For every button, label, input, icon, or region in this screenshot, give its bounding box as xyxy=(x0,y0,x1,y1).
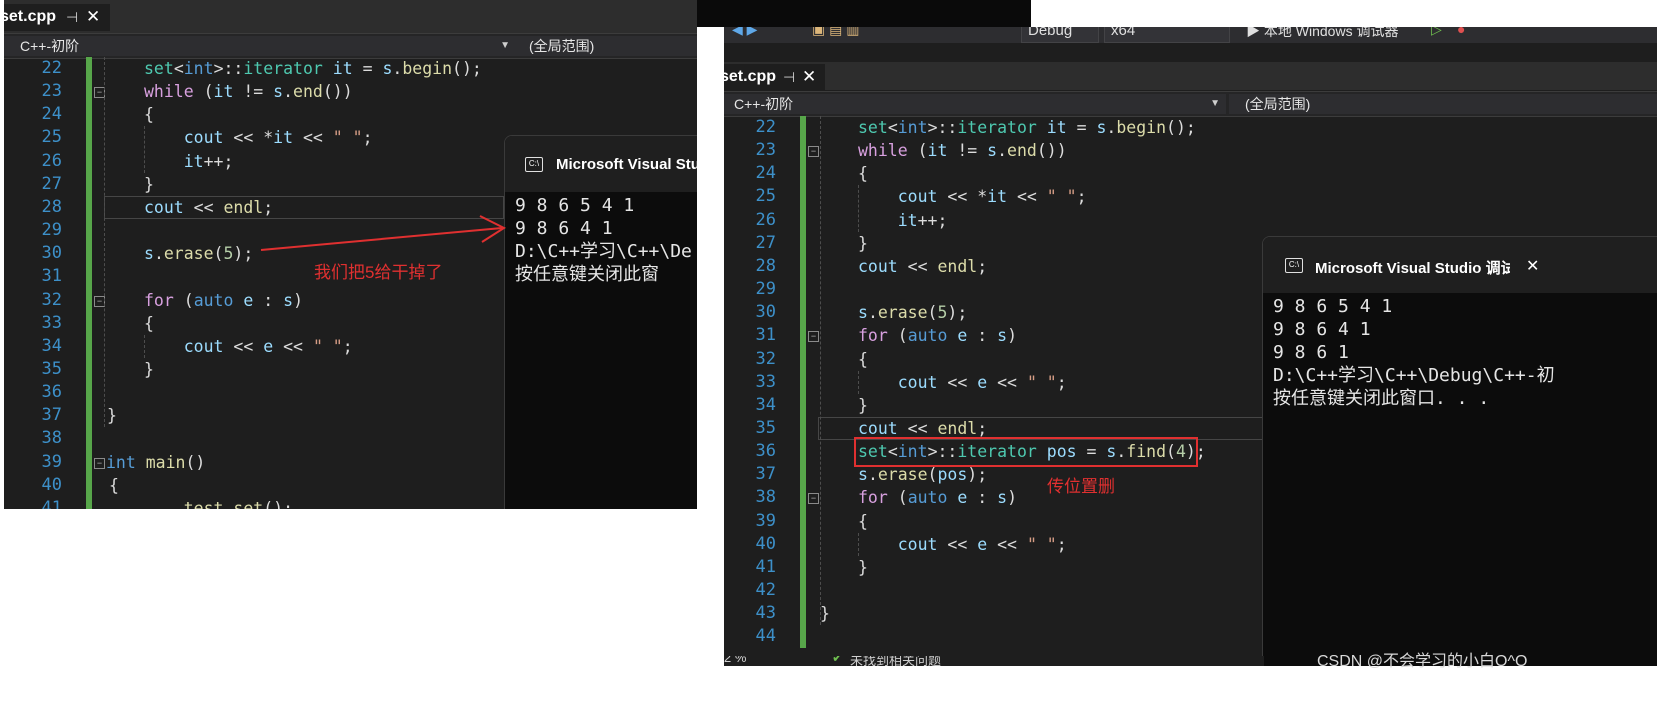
line-number: 39 xyxy=(755,510,776,531)
code-line[interactable]: cout << *it << " "; xyxy=(858,185,1087,208)
right-scope-dropdown[interactable]: C++-初阶 ▼ xyxy=(724,94,1226,114)
console-line: 按任意键关闭此窗口. . . xyxy=(1273,388,1490,409)
right-annotation-text: 传位置删 xyxy=(1047,477,1115,496)
chevron-down-icon: ▼ xyxy=(1210,98,1220,109)
toolbar-nav-icon[interactable]: ◀ ▶ xyxy=(732,27,757,38)
code-line[interactable]: s.erase(5); xyxy=(858,301,967,324)
code-line[interactable]: for (auto e : s) xyxy=(858,324,1017,347)
check-icon: ✔ xyxy=(832,656,843,665)
console-line: 9 8 6 4 1 xyxy=(1273,319,1371,340)
line-number: 43 xyxy=(755,603,776,624)
code-line[interactable]: it++; xyxy=(858,209,948,232)
code-line[interactable]: for (auto e : s) xyxy=(858,486,1017,509)
right-tab-filename: set.cpp xyxy=(724,68,777,85)
start-without-debug-icon[interactable]: ▷ xyxy=(1431,27,1442,38)
code-line[interactable]: cout << e << " "; xyxy=(858,371,1067,394)
code-line[interactable]: { xyxy=(858,510,868,533)
right-tab-bar: set.cpp ⊣ ✕ xyxy=(724,62,1657,91)
indent-guide xyxy=(858,185,859,232)
line-number: 30 xyxy=(755,302,776,323)
indent-guide xyxy=(820,116,821,626)
code-line[interactable]: set<int>::iterator it = s.begin(); xyxy=(858,116,1196,139)
code-line[interactable]: } xyxy=(858,556,868,579)
right-editor-window: ◀ ▶ ▣ ▤ ▥ Debug x64 ▶ 本地 Windows 调试器 ▷ ●… xyxy=(724,27,1657,666)
right-toolbar: ◀ ▶ ▣ ▤ ▥ Debug x64 ▶ 本地 Windows 调试器 ▷ ● xyxy=(724,27,1657,43)
console-line: D:\C++学习\C++\Debug\C++-初 xyxy=(1273,365,1555,386)
right-console-titlebar: C:\ Microsoft Visual Studio 调试控 ✕ xyxy=(1263,237,1657,293)
left-annotation-text: 我们把5给干掉了 xyxy=(314,263,443,282)
right-console-output: 9 8 6 5 4 19 8 6 4 19 8 6 1 D:\C++学习\C++\… xyxy=(1273,295,1555,410)
line-number: 29 xyxy=(755,279,776,300)
line-number: 34 xyxy=(755,394,776,415)
right-file-tab[interactable]: set.cpp ⊣ ✕ xyxy=(724,64,825,91)
right-console-window: C:\ Microsoft Visual Studio 调试控 ✕ 9 8 6 … xyxy=(1262,236,1657,666)
line-number: 35 xyxy=(755,417,776,438)
changed-lines-indicator xyxy=(800,116,806,649)
close-icon[interactable]: ✕ xyxy=(1526,256,1539,276)
code-line[interactable]: } xyxy=(820,602,830,625)
left-editor-window: set.cpp ⊣ ✕ C++-初阶 ▼ (全局范围) 22 set<int>::… xyxy=(4,0,697,509)
highlight-box xyxy=(854,437,1198,467)
left-annotation-arrow xyxy=(260,215,507,251)
arrow-shaft xyxy=(260,227,503,251)
code-line[interactable]: { xyxy=(858,162,868,185)
line-number: 33 xyxy=(755,371,776,392)
line-number: 31 xyxy=(755,325,776,346)
platform-dropdown[interactable]: x64 xyxy=(1104,27,1230,43)
platform-label: x64 xyxy=(1111,27,1136,39)
line-number: 26 xyxy=(755,209,776,230)
line-number: 23 xyxy=(755,140,776,161)
line-number: 44 xyxy=(755,626,776,647)
line-number: 32 xyxy=(755,348,776,369)
line-number: 24 xyxy=(755,163,776,184)
solution-config-label: Debug xyxy=(1028,27,1073,39)
indent-guide xyxy=(858,532,859,556)
code-line[interactable]: { xyxy=(858,348,868,371)
fold-toggle-icon[interactable]: − xyxy=(808,331,819,343)
zoom-level[interactable]: 2 % xyxy=(724,656,746,665)
line-number: 42 xyxy=(755,580,776,600)
line-number: 41 xyxy=(755,556,776,577)
top-black-strip xyxy=(697,0,1031,27)
issues-status[interactable]: 未找到相关问题 xyxy=(850,656,941,666)
code-line[interactable]: while (it != s.end()) xyxy=(858,139,1067,162)
status-bar: 2 % ✔ 未找到相关问题 xyxy=(724,656,1264,666)
pin-icon[interactable]: ⊣ xyxy=(783,64,795,90)
code-line[interactable]: } xyxy=(858,394,868,417)
line-number: 27 xyxy=(755,232,776,253)
console-line: 9 8 6 5 4 1 xyxy=(1273,296,1393,317)
console-line: 9 8 6 1 xyxy=(1273,342,1349,363)
right-nav-bar: C++-初阶 ▼ (全局范围) xyxy=(724,91,1657,117)
indent-guide xyxy=(858,370,859,394)
code-line[interactable]: } xyxy=(858,232,868,255)
close-icon[interactable]: ✕ xyxy=(802,64,816,90)
line-number: 40 xyxy=(755,533,776,554)
code-line[interactable]: cout << endl; xyxy=(858,255,987,278)
line-number: 28 xyxy=(755,255,776,276)
run-debugger-button[interactable]: ▶ 本地 Windows 调试器 xyxy=(1246,27,1398,41)
right-console-title: Microsoft Visual Studio 调试控 xyxy=(1315,260,1510,277)
console-icon: C:\ xyxy=(1285,258,1303,273)
solution-config-dropdown[interactable]: Debug xyxy=(1021,27,1099,43)
watermark: CSDN @不会学习的小白O^O xyxy=(1317,653,1528,670)
right-range-label: (全局范围) xyxy=(1245,96,1311,112)
line-number: 25 xyxy=(755,186,776,207)
toolbar-open-icon[interactable]: ▣ ▤ ▥ xyxy=(812,27,859,38)
line-number: 22 xyxy=(755,117,776,137)
right-scope-label: C++-初阶 xyxy=(734,96,794,112)
fold-toggle-icon[interactable]: − xyxy=(808,146,819,158)
code-line[interactable]: cout << e << " "; xyxy=(858,533,1067,556)
line-number: 37 xyxy=(755,464,776,485)
fold-toggle-icon[interactable]: − xyxy=(808,493,819,505)
line-number: 38 xyxy=(755,487,776,508)
line-number: 36 xyxy=(755,441,776,462)
record-icon[interactable]: ● xyxy=(1457,27,1465,37)
right-range-dropdown[interactable]: (全局范围) xyxy=(1229,94,1657,114)
